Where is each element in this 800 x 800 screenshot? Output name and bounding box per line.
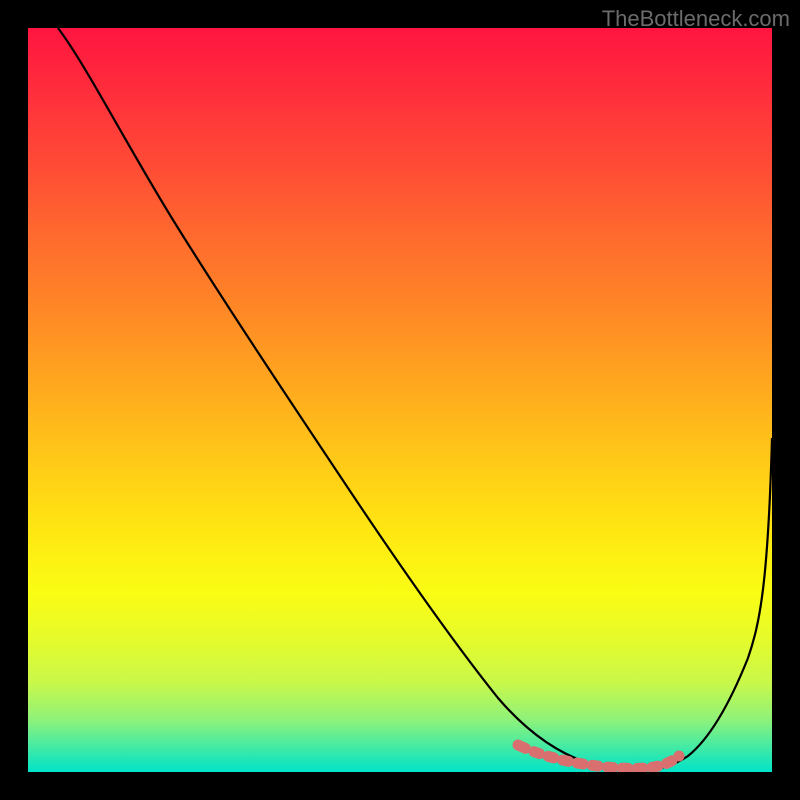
left-curve-path [58,28,643,770]
valley-marker-path [520,746,676,768]
watermark-text: TheBottleneck.com [602,6,790,32]
chart-curves-svg [28,28,772,772]
valley-marker-dot [674,751,685,762]
right-curve-path [643,438,772,770]
chart-plot-area [28,28,772,772]
valley-marker-dot [513,740,524,751]
